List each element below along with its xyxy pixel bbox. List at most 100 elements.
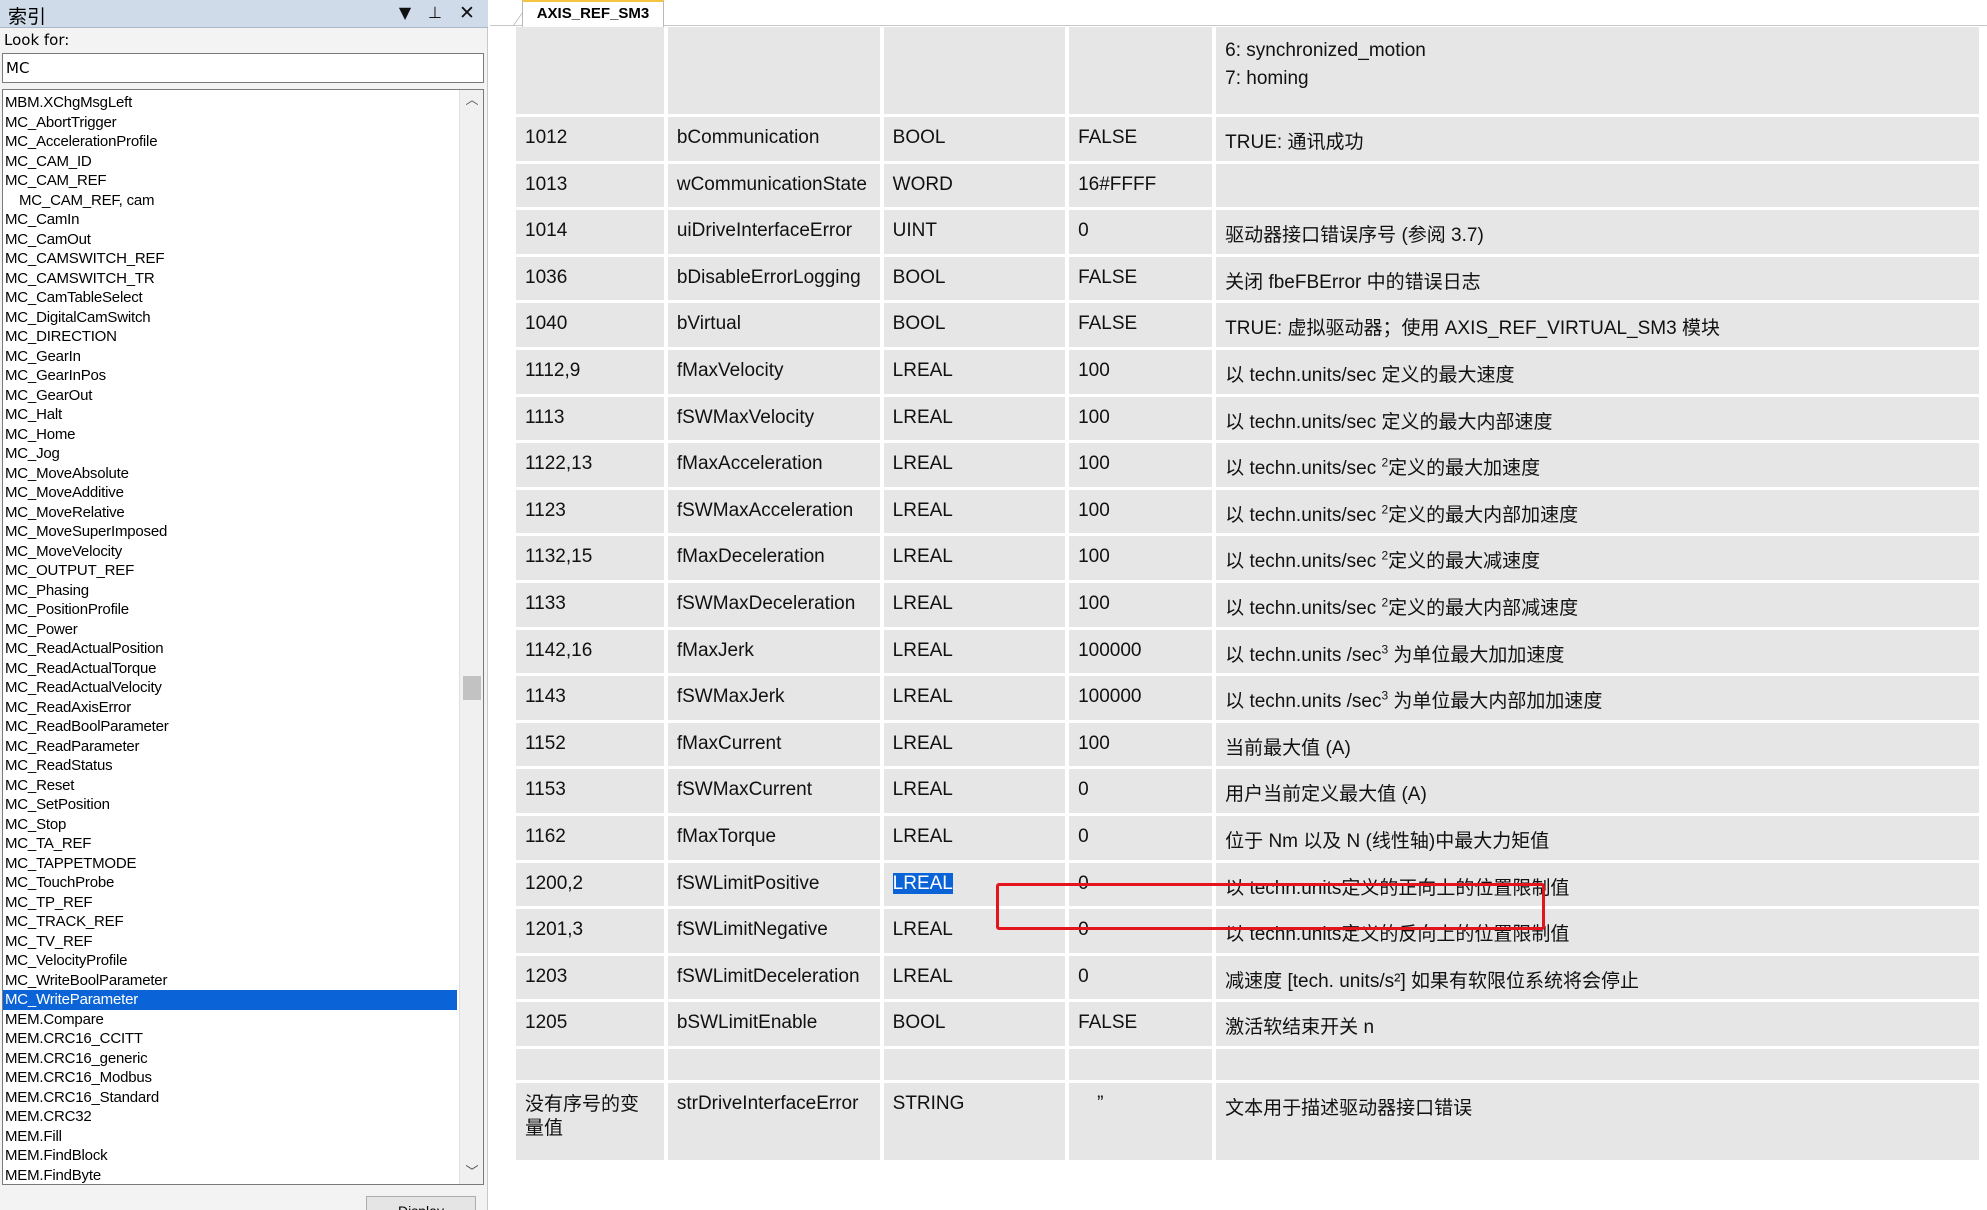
index-panel: 索引 ▼ ⊥ ✕ Look for: MBM.XChgMsgLeftMC_Abo…: [0, 0, 488, 1210]
index-list-item[interactable]: MC_DIRECTION: [3, 327, 457, 347]
cell-default: 0: [1069, 955, 1213, 1003]
search-input[interactable]: [2, 53, 484, 83]
index-list-item[interactable]: MC_CamIn: [3, 210, 457, 230]
cell-type: LREAL: [883, 629, 1066, 677]
index-list-item[interactable]: MC_CamTableSelect: [3, 288, 457, 308]
list-scrollbar[interactable]: ︿ ﹀: [459, 90, 483, 1184]
index-list-item[interactable]: MC_ReadStatus: [3, 756, 457, 776]
index-list-item[interactable]: MC_VelocityProfile: [3, 951, 457, 971]
index-list-item[interactable]: MC_ReadAxisError: [3, 698, 457, 718]
cell-number: 1152: [516, 722, 664, 770]
index-list-item[interactable]: MC_GearIn: [3, 347, 457, 367]
index-list-item[interactable]: MC_CAM_REF: [3, 171, 457, 191]
index-list-item[interactable]: MC_TouchProbe: [3, 873, 457, 893]
cell-name: fSWMaxDeceleration: [667, 582, 880, 630]
index-list-item[interactable]: MC_Power: [3, 620, 457, 640]
cell-default: FALSE: [1069, 256, 1213, 304]
table-row: 1203 fSWLimitDeceleration LREAL 0 减速度 [tech.…: [516, 955, 1979, 1003]
index-list-item[interactable]: MC_DigitalCamSwitch: [3, 308, 457, 328]
cell-default: 100000: [1069, 676, 1213, 723]
index-list-item[interactable]: MC_MoveAbsolute: [3, 464, 457, 484]
index-list-item[interactable]: MBM.XChgMsgLeft: [3, 93, 457, 113]
index-list-item[interactable]: MEM.CRC16_Modbus: [3, 1068, 457, 1088]
cell-name: fMaxDeceleration: [667, 536, 880, 583]
index-list-item[interactable]: MC_GearOut: [3, 386, 457, 406]
index-list-item[interactable]: MC_AccelerationProfile: [3, 132, 457, 152]
cell-description: 驱动器接口错误序号 (参阅 3.7): [1216, 210, 1979, 257]
index-list-item[interactable]: MC_Home: [3, 425, 457, 445]
index-list-item[interactable]: MC_OUTPUT_REF: [3, 561, 457, 581]
table-row: 1142,16 fMaxJerk LREAL 100000 以 techn.units …: [516, 629, 1979, 677]
index-list-item[interactable]: MC_ReadBoolParameter: [3, 717, 457, 737]
index-list-item[interactable]: MC_AbortTrigger: [3, 113, 457, 133]
index-list-item[interactable]: MEM.FindBlock: [3, 1146, 457, 1166]
cell-number: 1040: [516, 303, 664, 350]
scroll-down-icon[interactable]: ﹀: [460, 1162, 483, 1184]
cell-description: 以 techn.units /sec3 为单位最大加加速度: [1216, 629, 1979, 677]
cell-description: 以 techn.units/sec 2定义的最大加速度: [1216, 443, 1979, 490]
index-list-item[interactable]: MC_ReadActualTorque: [3, 659, 457, 679]
index-list-item[interactable]: MEM.CRC16_generic: [3, 1049, 457, 1069]
cell-default: 100: [1069, 582, 1213, 630]
cell-type: LREAL: [883, 349, 1066, 397]
index-list-item[interactable]: MC_CAM_ID: [3, 152, 457, 172]
close-icon[interactable]: ✕: [456, 2, 478, 24]
index-list-item[interactable]: MC_WriteBoolParameter: [3, 971, 457, 991]
table-row: 6: synchronized_motion 7: homing: [516, 27, 1979, 117]
dropdown-icon[interactable]: ▼: [394, 2, 416, 24]
index-list-item[interactable]: MEM.CRC16_Standard: [3, 1088, 457, 1108]
cell-number: 1133: [516, 582, 664, 630]
index-list-item[interactable]: MC_CAM_REF, cam: [3, 191, 457, 211]
index-list-item[interactable]: MC_ReadParameter: [3, 737, 457, 757]
cell-name: strDriveInterfaceError: [667, 1082, 880, 1163]
index-list-item[interactable]: MC_PositionProfile: [3, 600, 457, 620]
table-row: 没有序号的变量值 strDriveInterfaceError STRING” 文本用…: [516, 1082, 1979, 1163]
index-list-item[interactable]: MEM.CRC32: [3, 1107, 457, 1127]
index-list-item[interactable]: MC_TP_REF: [3, 893, 457, 913]
index-list-item[interactable]: MC_MoveRelative: [3, 503, 457, 523]
description-text: 以 techn.units/sec: [1225, 551, 1382, 573]
index-list-item[interactable]: MC_Halt: [3, 405, 457, 425]
index-list-item[interactable]: MEM.FindByte: [3, 1166, 457, 1185]
table-row: 1123 fSWMaxAcceleration LREAL 100 以 techn.un…: [516, 489, 1979, 537]
description-text: 定义的最大减速度: [1388, 551, 1541, 573]
display-button[interactable]: Display: [366, 1196, 476, 1210]
description-text: 为单位最大加加速度: [1388, 644, 1565, 666]
scrollbar-thumb[interactable]: [463, 676, 481, 700]
index-list-item[interactable]: MC_TRACK_REF: [3, 912, 457, 932]
topic-content: 6: synchronized_motion 7: homing 1012 bComm…: [490, 27, 1987, 1210]
index-list-item[interactable]: MC_WriteParameter: [3, 990, 457, 1010]
index-list-item[interactable]: MC_CAMSWITCH_TR: [3, 269, 457, 289]
index-list-item[interactable]: MEM.Fill: [3, 1127, 457, 1147]
selected-text[interactable]: LREAL: [892, 872, 953, 894]
index-list-item[interactable]: MC_Reset: [3, 776, 457, 796]
index-panel-title: 索引: [8, 6, 47, 28]
cell-default: FALSE: [1069, 303, 1213, 350]
index-list-item[interactable]: MC_ReadActualVelocity: [3, 678, 457, 698]
index-list-item[interactable]: MC_MoveVelocity: [3, 542, 457, 562]
cell-number: 1143: [516, 676, 664, 723]
index-list-item[interactable]: MC_GearInPos: [3, 366, 457, 386]
cell-number: 1013: [516, 163, 664, 211]
index-list-item[interactable]: MC_CamOut: [3, 230, 457, 250]
index-list-item[interactable]: MC_Stop: [3, 815, 457, 835]
pin-icon[interactable]: ⊥: [424, 2, 446, 24]
index-list-item[interactable]: MC_TV_REF: [3, 932, 457, 952]
index-list-item[interactable]: MC_ReadActualPosition: [3, 639, 457, 659]
index-list-item[interactable]: MC_CAMSWITCH_REF: [3, 249, 457, 269]
index-list-item[interactable]: MC_TAPPETMODE: [3, 854, 457, 874]
table-row: 1113 fSWMaxVelocity LREAL 100 以 techn.units/…: [516, 396, 1979, 444]
cell-number: 1123: [516, 489, 664, 537]
index-list[interactable]: MBM.XChgMsgLeft MC_AbortTrigger MC_Acceler…: [2, 89, 484, 1185]
index-list-item[interactable]: MC_MoveSuperImposed: [3, 522, 457, 542]
index-list-item[interactable]: MC_Jog: [3, 444, 457, 464]
index-list-item[interactable]: MC_SetPosition: [3, 795, 457, 815]
index-list-item[interactable]: MC_Phasing: [3, 581, 457, 601]
scroll-up-icon[interactable]: ︿: [460, 90, 483, 112]
index-list-item[interactable]: MEM.CRC16_CCITT: [3, 1029, 457, 1049]
index-list-item[interactable]: MC_MoveAdditive: [3, 483, 457, 503]
cell-number: 1112,9: [516, 349, 664, 397]
tab-axis-ref-sm3[interactable]: AXIS_REF_SM3: [522, 0, 664, 27]
index-list-item[interactable]: MEM.Compare: [3, 1010, 457, 1030]
index-list-item[interactable]: MC_TA_REF: [3, 834, 457, 854]
